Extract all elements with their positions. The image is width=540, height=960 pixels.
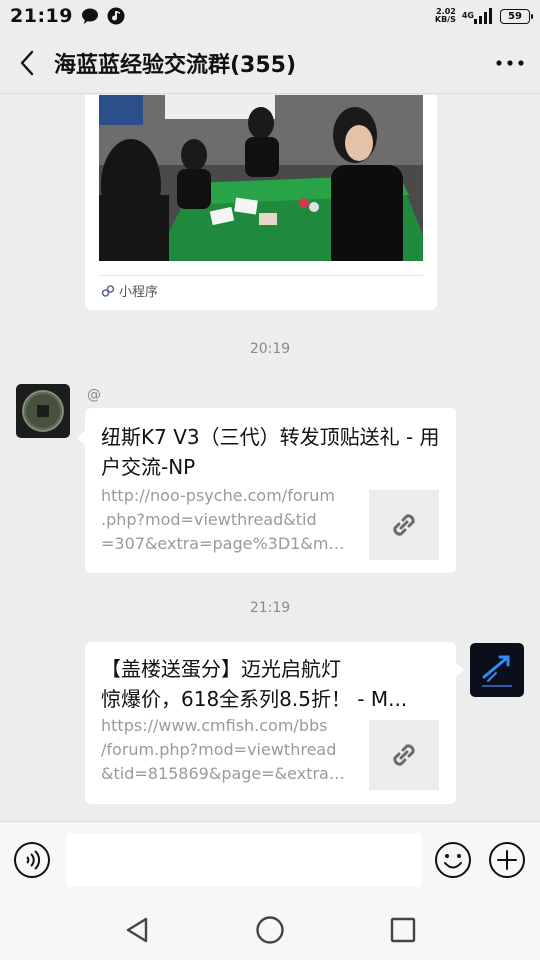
link-message-card[interactable]: 【盖楼送蛋分】迈光启航灯 惊爆价，618全系列8.5折！ - M... http… bbox=[85, 642, 456, 804]
link-url: https://www.cmfish.com/bbs /forum.php?mo… bbox=[101, 714, 353, 786]
back-button[interactable] bbox=[0, 32, 54, 94]
net-speed-unit: KB/S bbox=[434, 15, 456, 24]
link-url-line: &tid=815869&page=&extra=... bbox=[101, 764, 353, 783]
message-timestamp: 20:19 bbox=[249, 341, 291, 357]
title-bar: 海蓝蓝经验交流群(355) bbox=[0, 32, 540, 94]
link-thumbnail bbox=[369, 490, 439, 560]
link-url-line: http://noo-psyche.com/forum bbox=[101, 486, 335, 505]
chat-notification-icon bbox=[81, 7, 99, 25]
emoji-button[interactable] bbox=[433, 840, 473, 880]
link-message-card[interactable]: 纽斯K7 V3（三代）转发顶贴送礼 - 用户交流-NP http://noo-p… bbox=[85, 408, 456, 573]
avatar[interactable] bbox=[16, 384, 70, 438]
message-input[interactable] bbox=[66, 833, 422, 887]
plus-icon bbox=[489, 842, 525, 878]
more-dots-icon bbox=[496, 59, 524, 66]
link-title-line: 【盖楼送蛋分】迈光启航灯 bbox=[101, 657, 341, 681]
square-recent-icon bbox=[391, 917, 416, 942]
divider bbox=[99, 275, 423, 276]
bubble-tail bbox=[77, 431, 85, 445]
net-speed: 2.02 KB/S bbox=[435, 8, 456, 24]
nav-back-button[interactable] bbox=[107, 900, 167, 960]
link-thumbnail bbox=[369, 720, 439, 790]
link-url-line: .php?mod=viewthread&tid bbox=[101, 510, 317, 529]
circle-home-icon bbox=[256, 915, 284, 944]
bubble-tail bbox=[456, 663, 464, 677]
link-url: http://noo-psyche.com/forum .php?mod=vie… bbox=[101, 484, 353, 556]
chat-area[interactable]: 小程序 20:19 @ 纽斯K7 V3（三代）转发顶贴送礼 - 用户交流-NP … bbox=[0, 95, 540, 821]
mini-program-icon bbox=[101, 284, 115, 297]
back-arrow-icon bbox=[20, 50, 34, 75]
link-title: 【盖楼送蛋分】迈光启航灯 惊爆价，618全系列8.5折！ - M... bbox=[101, 654, 441, 714]
avatar[interactable] bbox=[470, 643, 524, 697]
link-title-line: 惊爆价，618全系列8.5折！ - M... bbox=[101, 687, 408, 711]
voice-icon bbox=[14, 842, 50, 878]
link-url-line: /forum.php?mod=viewthread bbox=[101, 740, 337, 759]
card-game-photo bbox=[99, 95, 423, 261]
mini-program-footer: 小程序 bbox=[101, 281, 158, 300]
link-icon bbox=[393, 514, 415, 536]
input-bar bbox=[0, 821, 540, 899]
mini-program-image[interactable] bbox=[99, 95, 423, 261]
emoji-icon bbox=[435, 842, 471, 878]
nav-recent-button[interactable] bbox=[373, 900, 433, 960]
signal-icon: 4G bbox=[462, 8, 494, 24]
link-title: 纽斯K7 V3（三代）转发顶贴送礼 - 用户交流-NP bbox=[101, 425, 440, 479]
status-time: 21:19 bbox=[10, 5, 73, 27]
network-type: 4G bbox=[461, 11, 474, 20]
triangle-back-icon bbox=[126, 917, 147, 942]
system-nav-bar bbox=[0, 899, 540, 960]
music-notification-icon bbox=[107, 7, 125, 25]
voice-button[interactable] bbox=[12, 840, 52, 880]
mention-label: @ bbox=[87, 387, 101, 403]
link-url-line: https://www.cmfish.com/bbs bbox=[101, 716, 328, 735]
mini-program-label: 小程序 bbox=[119, 285, 159, 300]
add-button[interactable] bbox=[487, 840, 527, 880]
more-button[interactable] bbox=[480, 32, 540, 94]
link-icon bbox=[393, 744, 415, 766]
mini-program-card[interactable]: 小程序 bbox=[85, 95, 437, 310]
coin-avatar-image bbox=[16, 384, 70, 438]
brand-avatar-image bbox=[470, 643, 524, 697]
chat-title: 海蓝蓝经验交流群(355) bbox=[54, 52, 297, 78]
status-bar: 21:19 2.02 KB/S 4G 59 bbox=[0, 0, 540, 32]
nav-home-button[interactable] bbox=[240, 900, 300, 960]
message-timestamp: 21:19 bbox=[249, 600, 291, 616]
link-url-line: =307&extra=page%3D1&mo... bbox=[101, 534, 353, 553]
battery-icon: 59 bbox=[500, 8, 533, 24]
battery-level: 59 bbox=[508, 10, 522, 22]
